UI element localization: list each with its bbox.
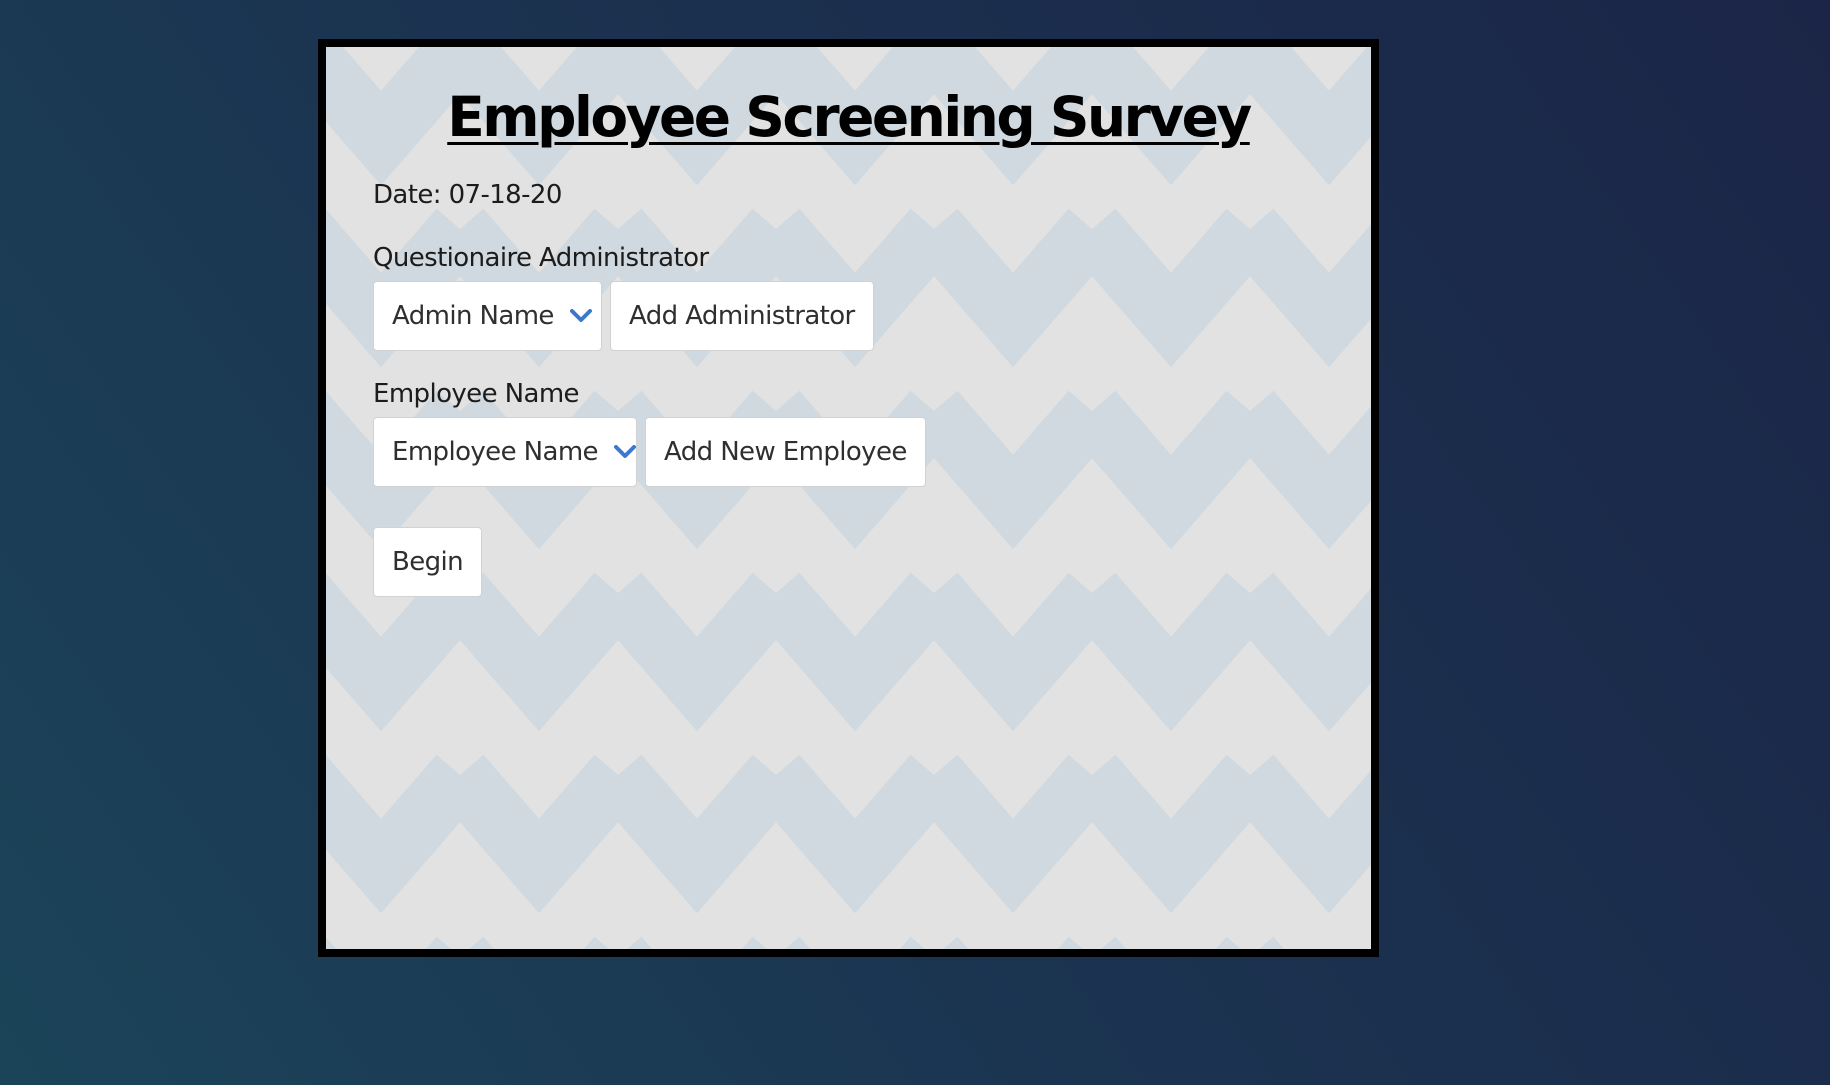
- chevron-down-icon: [569, 309, 592, 323]
- begin-button[interactable]: Begin: [373, 527, 483, 597]
- employee-select[interactable]: Employee Name: [373, 417, 637, 487]
- add-administrator-button[interactable]: Add Administrator: [610, 281, 874, 351]
- survey-card: Employee Screening Survey Date: 07-18-20…: [318, 39, 1379, 957]
- add-new-employee-button[interactable]: Add New Employee: [645, 417, 926, 487]
- employee-select-value: Employee Name: [392, 437, 599, 467]
- administrator-select-value: Admin Name: [392, 301, 554, 331]
- survey-date: Date: 07-18-20: [373, 180, 562, 210]
- chevron-down-icon: [613, 445, 636, 459]
- employee-name-label: Employee Name: [373, 379, 580, 409]
- page-title: Employee Screening Survey: [447, 85, 1252, 149]
- administrator-select[interactable]: Admin Name: [373, 281, 602, 351]
- survey-form: Employee Screening Survey Date: 07-18-20…: [326, 47, 1371, 949]
- administrator-label: Questionaire Administrator: [373, 243, 709, 273]
